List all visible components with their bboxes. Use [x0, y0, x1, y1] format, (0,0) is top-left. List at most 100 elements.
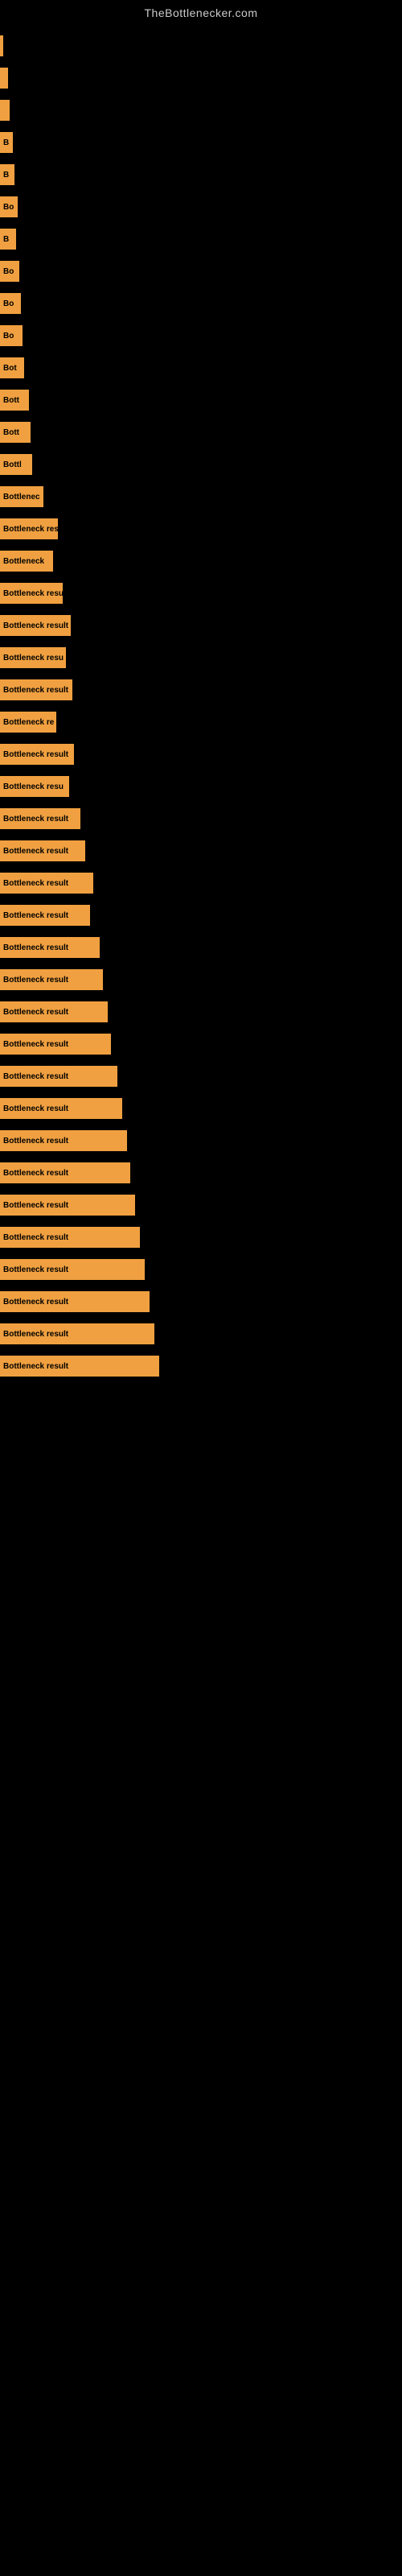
bar-label: Bottleneck resu [3, 782, 64, 791]
bar-row: Bottleneck result [0, 868, 402, 898]
bar-row: Bottleneck result [0, 1351, 402, 1381]
bar: Bo [0, 196, 18, 217]
bar: Bottleneck resu [0, 583, 63, 604]
bar-label: Bottleneck result [3, 943, 68, 952]
bar-label: Bottleneck result [3, 1362, 68, 1371]
bar-row: Bottl [0, 449, 402, 480]
bar [0, 68, 8, 89]
bar-label: Bottlenec [3, 493, 40, 502]
bar-row: Bottleneck result [0, 932, 402, 963]
bar-label: Bo [3, 203, 14, 212]
bar-row: Bottleneck result [0, 1093, 402, 1124]
bar-row: Bottleneck result [0, 803, 402, 834]
bar-label: Bot [3, 364, 17, 373]
bar: Bo [0, 293, 21, 314]
bar-label: Bottleneck result [3, 976, 68, 985]
bar-label: Bottleneck result [3, 1330, 68, 1339]
bar-label: B [3, 171, 9, 180]
bar-label: Bottleneck result [3, 621, 68, 630]
site-title: TheBottlenecker.com [0, 0, 402, 23]
bar-label: Bottleneck resu [3, 589, 63, 598]
bar-row: Bot [0, 353, 402, 383]
bar-label: Bottleneck result [3, 1233, 68, 1242]
bar-label: Bottleneck result [3, 1040, 68, 1049]
bar: Bottleneck [0, 551, 53, 572]
bar-label: Bottleneck re [3, 718, 54, 727]
bar-label: Bottleneck result [3, 1169, 68, 1178]
bar-label: Bottleneck result [3, 1072, 68, 1081]
bar: Bottleneck result [0, 937, 100, 958]
bar: Bottleneck re [0, 712, 56, 733]
bar-row: Bott [0, 385, 402, 415]
bar-label: Bottleneck result [3, 1298, 68, 1307]
bar: Bottleneck result [0, 1162, 130, 1183]
bar-row: Bottleneck result [0, 964, 402, 995]
bar [0, 35, 3, 56]
bar: B [0, 164, 14, 185]
bar-label: Bottleneck result [3, 1008, 68, 1017]
bar-row: Bottleneck resu [0, 771, 402, 802]
bar-label: Bottleneck result [3, 847, 68, 856]
bar: Bottlenec [0, 486, 43, 507]
bar-label: Bottleneck result [3, 1137, 68, 1146]
bar-row: Bottleneck result [0, 739, 402, 770]
bar: Bottleneck result [0, 969, 103, 990]
bar: Bottleneck result [0, 1195, 135, 1216]
bar: Bottleneck resu [0, 776, 69, 797]
bar-row: Bottlenec [0, 481, 402, 512]
bar: Bottleneck result [0, 1227, 140, 1248]
bar-row: Bottleneck result [0, 1319, 402, 1349]
bar-label: Bottleneck result [3, 1201, 68, 1210]
bar: Bottleneck result [0, 905, 90, 926]
bar-label: Bottleneck result [3, 911, 68, 920]
bar-row: Bo [0, 256, 402, 287]
bar [0, 100, 10, 121]
bar-row: Bott [0, 417, 402, 448]
bar-row [0, 31, 402, 61]
bar: Bott [0, 390, 29, 411]
bar: Bottleneck result [0, 808, 80, 829]
bar: Bot [0, 357, 24, 378]
bar: B [0, 132, 13, 153]
bar-row [0, 95, 402, 126]
bar-row: B [0, 159, 402, 190]
bar: Bottleneck result [0, 1291, 150, 1312]
bar-row: Bottleneck result [0, 675, 402, 705]
bar-row: Bo [0, 288, 402, 319]
bar-label: Bottleneck result [3, 1104, 68, 1113]
bar: Bottleneck result [0, 1130, 127, 1151]
bar-label: Bottleneck result [3, 686, 68, 695]
bar: Bottleneck res [0, 518, 58, 539]
bar-label: Bo [3, 332, 14, 341]
bar: Bottleneck result [0, 1356, 159, 1377]
bar: Bottleneck result [0, 1098, 122, 1119]
bar-row: Bottleneck res [0, 514, 402, 544]
bar-label: Bottleneck resu [3, 654, 64, 663]
bar: Bottleneck result [0, 1323, 154, 1344]
bar: Bo [0, 261, 19, 282]
bar: Bottleneck result [0, 1034, 111, 1055]
bar-row: B [0, 127, 402, 158]
bar-label: B [3, 138, 9, 147]
bar-label: Bottleneck result [3, 815, 68, 824]
bar: B [0, 229, 16, 250]
bar: Bottleneck result [0, 615, 71, 636]
bar-row: Bottleneck re [0, 707, 402, 737]
bar: Bottleneck result [0, 1259, 145, 1280]
bar-label: Bo [3, 267, 14, 276]
bar-label: Bottleneck result [3, 750, 68, 759]
bar: Bottleneck resu [0, 647, 66, 668]
bar-label: Bott [3, 396, 19, 405]
bar: Bottleneck result [0, 1001, 108, 1022]
bar-row: Bottleneck resu [0, 578, 402, 609]
bar-label: Bottl [3, 460, 22, 469]
bar-row: Bottleneck result [0, 836, 402, 866]
bar-label: B [3, 235, 9, 244]
bar-row: Bottleneck result [0, 900, 402, 931]
bar-label: Bottleneck result [3, 879, 68, 888]
bar-row: Bottleneck result [0, 1190, 402, 1220]
bar-row: Bottleneck result [0, 610, 402, 641]
bar-row: Bo [0, 320, 402, 351]
bar-row: Bottleneck resu [0, 642, 402, 673]
bar: Bottleneck result [0, 1066, 117, 1087]
